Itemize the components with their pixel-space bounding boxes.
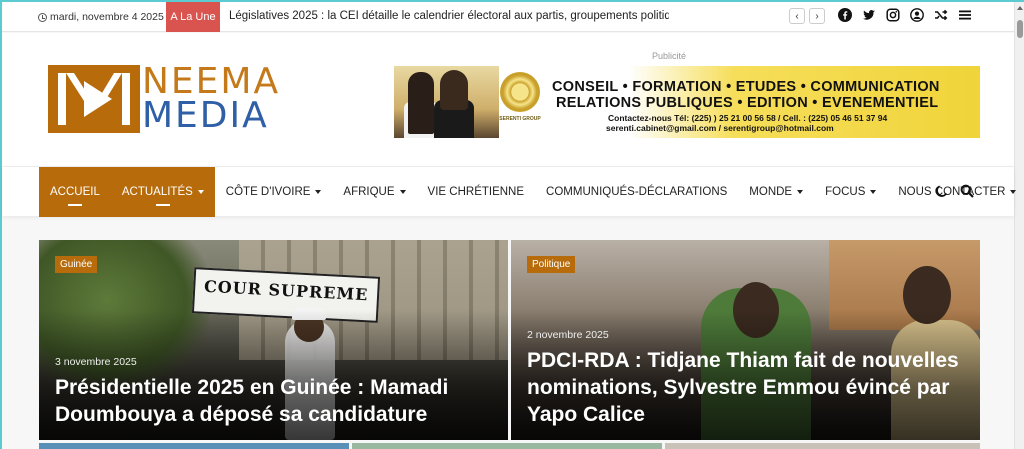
twitter-icon[interactable] (862, 8, 876, 22)
nav-item-accueil[interactable]: ACCUEIL (39, 167, 111, 217)
breaking-news-label: A La Une (166, 2, 220, 32)
nav-item-focus[interactable]: FOCUS (814, 167, 887, 217)
main-navigation: ACCUEIL ACTUALITÉS CÔTE D'IVOIRE AFRIQUE… (2, 166, 1017, 217)
moon-icon[interactable] (934, 184, 948, 203)
nav-item-monde[interactable]: MONDE (738, 167, 814, 217)
caret-down-icon (399, 190, 406, 194)
ad-photo (394, 66, 499, 138)
nav-item-communiques[interactable]: COMMUNIQUÉS-DÉCLARATIONS (535, 167, 738, 217)
nav-label: VIE CHRÉTIENNE (427, 186, 525, 198)
scroll-up-icon[interactable] (1017, 6, 1023, 10)
ad-contact-phone: Contactez-nous Tél: (225) ) 25 21 00 56 … (608, 113, 888, 123)
nav-label: ACTUALITÉS (121, 186, 193, 198)
article-title[interactable]: Présidentielle 2025 en Guinée : Mamadi D… (55, 374, 494, 428)
caret-down-icon (870, 190, 877, 194)
article-thumbnail[interactable] (665, 443, 980, 449)
logo-text-neema: NEEMA (142, 61, 281, 102)
chevron-right-icon[interactable]: › (809, 8, 825, 24)
ad-headline-1: CONSEIL • FORMATION • ETUDES • COMMUNICA… (552, 79, 940, 95)
site-header: NEEMA MEDIA Publicité SERENTI GROUP CONS… (2, 33, 1014, 166)
top-bar: mardi, novembre 4 2025 A La Une Législat… (2, 2, 1014, 32)
logo-wordmark: NEEMA MEDIA (142, 61, 281, 136)
caret-down-icon (1010, 190, 1017, 194)
clock-icon (38, 12, 47, 22)
social-links (838, 8, 972, 22)
category-badge[interactable]: Guinée (55, 256, 98, 273)
active-underline (67, 204, 82, 206)
ticker-controls: ‹ › (789, 8, 825, 24)
ad-headline-2: RELATIONS PUBLIQUES • EDITION • EVENEMEN… (556, 95, 939, 111)
nav-item-actualites[interactable]: ACTUALITÉS (110, 167, 215, 217)
caret-down-icon (315, 190, 322, 194)
ad-contact-email: serenti.cabinet@gmail.com / serentigroup… (606, 123, 834, 133)
neema-media-logo-mark (48, 65, 140, 133)
nav-item-afrique[interactable]: AFRIQUE (332, 167, 416, 217)
menu-icon[interactable] (958, 8, 972, 22)
nav-item-vie-chretienne[interactable]: VIE CHRÉTIENNE (417, 167, 536, 217)
instagram-icon[interactable] (886, 8, 900, 22)
category-badge[interactable]: Politique (527, 256, 576, 273)
nav-label: COMMUNIQUÉS-DÉCLARATIONS (546, 186, 728, 198)
nav-menu: ACCUEIL ACTUALITÉS CÔTE D'IVOIRE AFRIQUE… (39, 167, 1024, 217)
serenti-seal-logo (500, 72, 540, 112)
nav-label: FOCUS (825, 186, 866, 198)
nav-tools (934, 184, 974, 203)
active-underline (155, 204, 170, 206)
article-title[interactable]: PDCI-RDA : Tidjane Thiam fait de nouvell… (527, 347, 966, 428)
nav-label: MONDE (749, 186, 793, 198)
vertical-scrollbar[interactable] (1014, 2, 1024, 449)
featured-article-2[interactable]: Politique 2 novembre 2025 PDCI-RDA : Tid… (511, 240, 980, 440)
news-ticker[interactable]: Législatives 2025 : la CEI détaille le c… (229, 10, 669, 22)
advertisement-banner[interactable]: SERENTI GROUP CONSEIL • FORMATION • ETUD… (394, 66, 980, 138)
caret-down-icon (197, 190, 204, 194)
logo-text-media: MEDIA (142, 95, 269, 136)
nav-item-cote-divoire[interactable]: CÔTE D'IVOIRE (215, 167, 333, 217)
current-date: mardi, novembre 4 2025 (38, 11, 164, 23)
caret-down-icon (797, 190, 804, 194)
article-date: 3 novembre 2025 (55, 356, 137, 368)
date-text: mardi, novembre 4 2025 (50, 11, 164, 23)
chevron-left-icon[interactable]: ‹ (789, 8, 805, 24)
court-sign-text: COUR SUPREME (203, 276, 369, 305)
ad-brand: SERENTI GROUP (499, 116, 541, 122)
article-thumbnail[interactable] (39, 443, 349, 449)
nav-label: ACCUEIL (50, 186, 100, 198)
article-thumbnail[interactable] (352, 443, 662, 449)
shuffle-icon[interactable] (934, 8, 948, 22)
scrollbar-thumb[interactable] (1017, 20, 1023, 38)
search-icon[interactable] (960, 184, 974, 203)
facebook-icon[interactable] (838, 8, 852, 22)
article-date: 2 novembre 2025 (527, 329, 609, 341)
user-icon[interactable] (910, 8, 924, 22)
nav-label: CÔTE D'IVOIRE (225, 186, 311, 198)
featured-article-1[interactable]: COUR SUPREME Guinée 3 novembre 2025 Prés… (39, 240, 508, 440)
site-logo[interactable]: NEEMA MEDIA (48, 61, 281, 136)
nav-label: AFRIQUE (343, 186, 395, 198)
ad-label: Publicité (652, 51, 687, 61)
